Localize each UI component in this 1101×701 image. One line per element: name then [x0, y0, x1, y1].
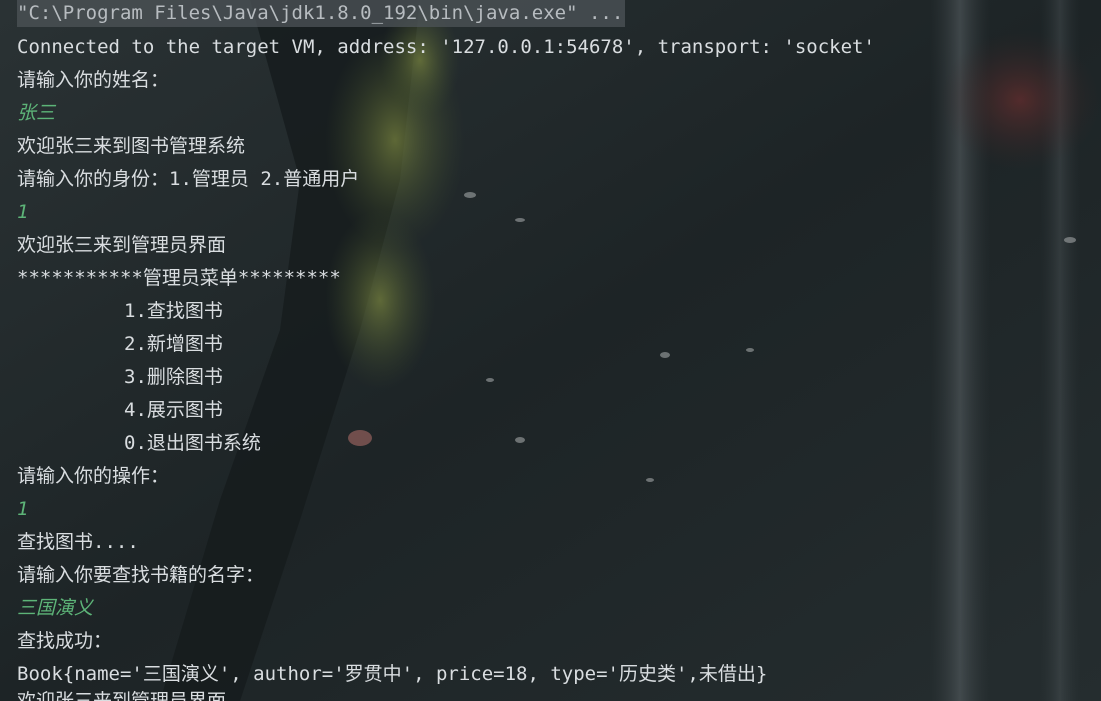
- menu-item: 1.查找图书: [124, 300, 223, 322]
- input-book-name: 三国演义: [17, 597, 94, 619]
- welcome-admin-message: 欢迎张三来到管理员界面: [17, 234, 227, 256]
- prompt-operation: 请输入你的操作：: [17, 465, 170, 487]
- finding-book-message: 查找图书....: [17, 531, 139, 553]
- prompt-role: 请输入你的身份：1.管理员 2.普通用户: [17, 168, 360, 190]
- input-role: 1: [17, 201, 29, 223]
- input-operation: 1: [17, 498, 29, 520]
- console-output[interactable]: "C:\Program Files\Java\jdk1.8.0_192\bin\…: [17, 0, 1087, 701]
- input-name: 张三: [17, 102, 56, 124]
- command-line: "C:\Program Files\Java\jdk1.8.0_192\bin\…: [17, 0, 626, 27]
- find-success-message: 查找成功：: [17, 630, 113, 652]
- menu-item: 2.新增图书: [124, 333, 223, 355]
- prompt-name: 请输入你的姓名：: [17, 69, 170, 91]
- menu-item: 3.删除图书: [124, 366, 223, 388]
- welcome-system-message: 欢迎张三来到图书管理系统: [17, 135, 246, 157]
- connected-message: Connected to the target VM, address: '12…: [17, 36, 875, 58]
- menu-header: ***********管理员菜单*********: [17, 267, 341, 289]
- prompt-book-name: 请输入你要查找书籍的名字：: [17, 564, 265, 586]
- next-line-partial: 欢迎张三来到管理员界面: [17, 690, 227, 701]
- menu-item: 0.退出图书系统: [124, 432, 261, 454]
- menu-item: 4.展示图书: [124, 399, 223, 421]
